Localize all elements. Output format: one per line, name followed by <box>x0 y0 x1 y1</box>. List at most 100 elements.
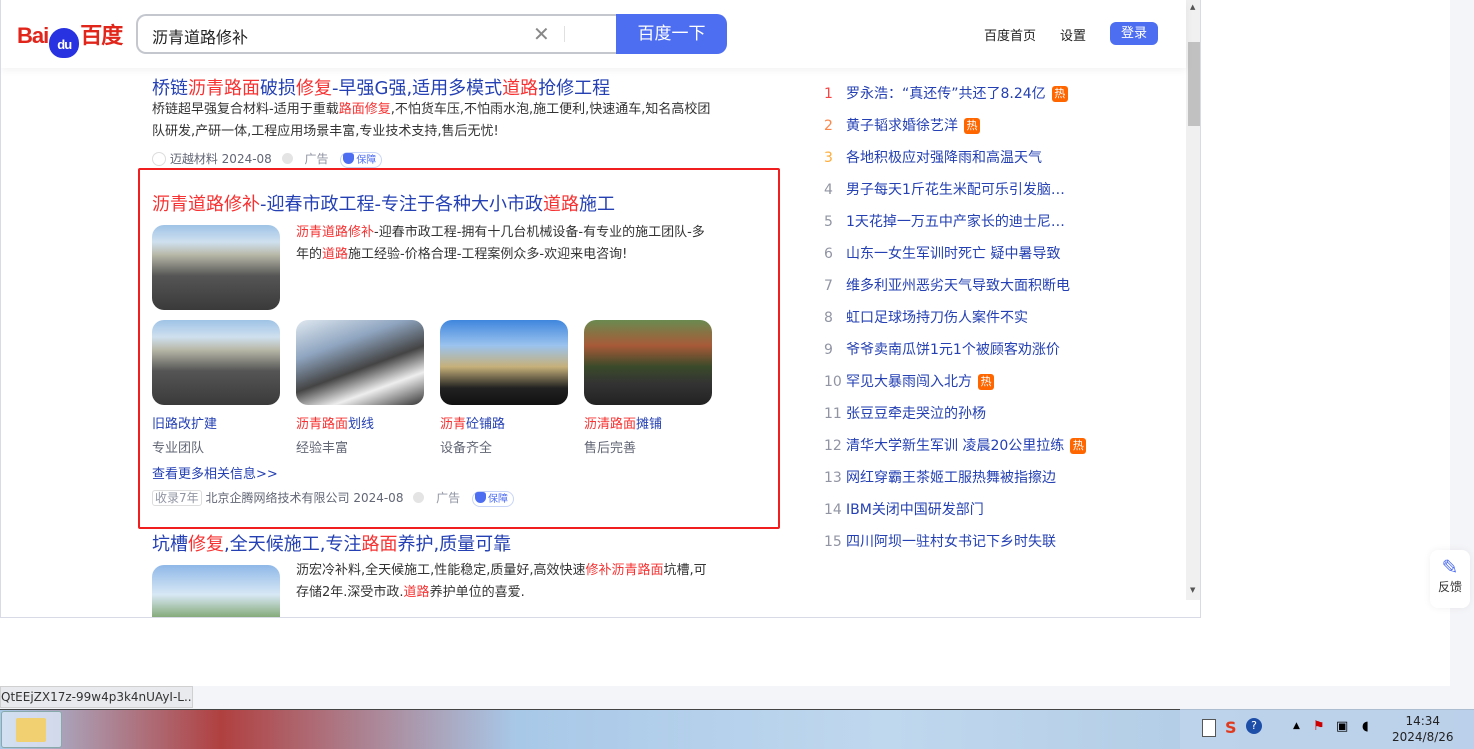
ad-label: 广告 <box>436 491 461 505</box>
result-thumbnail[interactable] <box>152 565 280 617</box>
hot-list-item[interactable]: 8 虹口足球场持刀伤人案件不实 <box>824 307 1028 327</box>
hot-list-item[interactable]: 13 网红穿霸王茶姬工服热舞被指擦边 <box>824 467 1056 487</box>
hot-list-item[interactable]: 12 清华大学新生军训 凌晨20公里拉练热 <box>824 435 1087 455</box>
hot-title: 黄子韬求婚徐艺洋 <box>846 118 958 134</box>
feedback-button[interactable]: ✎ 反馈 <box>1430 550 1470 608</box>
result-thumbnail[interactable] <box>152 225 280 310</box>
hot-rank: 4 <box>824 182 833 198</box>
clear-icon[interactable]: ✕ <box>533 22 550 46</box>
clock-time: 14:34 <box>1405 714 1441 728</box>
hot-badge: 热 <box>1070 438 1087 454</box>
hot-list-item[interactable]: 9 爷爷卖南瓜饼1元1个被顾客劝涨价 <box>824 339 1060 359</box>
hot-rank: 12 <box>824 438 842 454</box>
text-segment: 砼铺路 <box>466 417 506 432</box>
tile-image[interactable] <box>152 320 280 405</box>
tile-label[interactable]: 沥清路面摊铺 <box>584 413 662 432</box>
hot-list-item[interactable]: 6 山东一女生军训时死亡 疑中暑导致 <box>824 243 1060 263</box>
highlighted-keyword: 沥青道路修补 <box>296 225 375 240</box>
baidu-logo[interactable]: Bai du 百度 <box>17 18 123 58</box>
feedback-label: 反馈 <box>1437 580 1462 594</box>
help-icon[interactable]: ? <box>1246 718 1262 734</box>
guarantee-badge[interactable]: 保障 <box>340 152 383 168</box>
tile-image[interactable] <box>584 320 712 405</box>
info-icon[interactable] <box>413 492 425 503</box>
hot-list-item[interactable]: 5 1天花掉一万五中产家长的迪士尼… <box>824 211 1065 231</box>
info-icon[interactable] <box>281 153 293 164</box>
text-segment: 坑槽 <box>152 534 188 555</box>
highlighted-keyword: 修补沥青路面 <box>585 563 664 578</box>
tile-image[interactable] <box>440 320 568 405</box>
hot-rank: 8 <box>824 310 833 326</box>
settings-link[interactable]: 设置 <box>1060 25 1086 44</box>
hot-rank: 9 <box>824 342 833 358</box>
source-name[interactable]: 迈越材料 <box>170 152 218 166</box>
scroll-down-icon[interactable]: ▼ <box>1190 586 1195 594</box>
tile-label[interactable]: 旧路改扩建 <box>152 413 217 432</box>
result-title[interactable]: 沥青道路修补-迎春市政工程-专注于各种大小市政道路施工 <box>152 190 615 216</box>
result-description: 桥链超早强复合材料-适用于重载路面修复,不怕货车压,不怕雨水泡,施工便利,快速通… <box>152 99 712 143</box>
scrollbar-thumb[interactable] <box>1188 42 1200 126</box>
highlighted-keyword: 修复 <box>296 78 332 99</box>
hot-title: 张豆豆牵走哭泣的孙杨 <box>846 406 986 422</box>
network-icon[interactable]: ⚑ <box>1313 719 1325 734</box>
hot-rank: 3 <box>824 150 833 166</box>
highlighted-keyword: 路面修复 <box>338 102 391 117</box>
volume-icon[interactable]: ◖ <box>1362 719 1369 734</box>
highlighted-keyword: 沥青道路修补 <box>152 194 260 215</box>
more-info-link[interactable]: 查看更多相关信息>> <box>152 463 278 482</box>
highlighted-keyword: 道路 <box>543 194 579 215</box>
hot-list-item[interactable]: 15 四川阿坝一驻村女书记下乡时失联 <box>824 531 1056 551</box>
guarantee-badge[interactable]: 保障 <box>471 491 514 507</box>
hot-rank: 13 <box>824 470 842 486</box>
text-segment: 旧路改扩建 <box>152 417 218 432</box>
record-tag: 收录7年 <box>152 490 202 506</box>
hot-list-item[interactable]: 2 黄子韬求婚徐艺洋热 <box>824 115 980 135</box>
hot-list-item[interactable]: 14 IBM关闭中国研发部门 <box>824 499 984 519</box>
show-hidden-icons[interactable]: ▲ <box>1293 721 1300 731</box>
hot-badge: 热 <box>978 374 994 390</box>
highlighted-keyword: 道路 <box>502 78 539 99</box>
hot-list-item[interactable]: 3 各地积极应对强降雨和高温天气 <box>824 147 1042 167</box>
scroll-up-icon[interactable]: ▲ <box>1190 3 1195 11</box>
explorer-taskbar-button[interactable] <box>1 711 62 748</box>
login-button[interactable]: 登录 <box>1110 22 1158 45</box>
paw-icon: du <box>49 28 80 58</box>
text-segment: 桥链 <box>152 78 188 99</box>
folder-icon <box>16 718 46 742</box>
tile-subtitle: 售后完善 <box>584 441 637 456</box>
hot-title: 清华大学新生军训 凌晨20公里拉练 <box>846 438 1065 454</box>
hot-title: 1天花掉一万五中产家长的迪士尼… <box>846 214 1065 230</box>
search-button[interactable]: 百度一下 <box>616 14 727 54</box>
hot-badge: 热 <box>964 118 980 134</box>
ad-label: 广告 <box>304 152 329 166</box>
tile-subtitle: 专业团队 <box>152 441 205 456</box>
badge-label: 保障 <box>487 494 508 505</box>
hot-list-item[interactable]: 4 男子每天1斤花生米配可乐引发脑… <box>824 179 1065 199</box>
hot-list-item[interactable]: 10 罕见大暴雨闯入北方热 <box>824 371 994 391</box>
date: 2024-08 <box>221 152 272 166</box>
result-title[interactable]: 桥链沥青路面破损修复-早强G强,适用多模式道路抢修工程 <box>152 74 610 100</box>
hot-rank: 6 <box>824 246 833 262</box>
header: Bai du 百度 沥青道路修补 ✕ 百度一下 百度首页 设置 登录 <box>1 0 1186 68</box>
highlighted-keyword: 沥青路面 <box>296 417 349 432</box>
sogou-icon[interactable]: S <box>1225 718 1237 737</box>
source-name[interactable]: 北京企腾网络技术有限公司 <box>205 491 349 505</box>
hot-list-item[interactable]: 11 张豆豆牵走哭泣的孙杨 <box>824 403 986 423</box>
tile-label[interactable]: 沥青路面划线 <box>296 413 374 432</box>
shield-icon <box>474 492 486 503</box>
hot-title: 四川阿坝一驻村女书记下乡时失联 <box>846 534 1056 550</box>
hot-list-item[interactable]: 1 罗永浩：“真还传”共还了8.24亿热 <box>824 83 1068 103</box>
hot-rank: 1 <box>824 86 833 102</box>
source-logo-icon <box>152 152 166 166</box>
power-icon[interactable]: ▣ <box>1336 719 1348 734</box>
text-segment: 破损 <box>260 78 296 99</box>
result-meta: 迈越材料 2024-08 广告 保障 <box>152 150 383 168</box>
result-title[interactable]: 坑槽修复,全天候施工,专注路面养护,质量可靠 <box>152 530 511 556</box>
baidu-home-link[interactable]: 百度首页 <box>984 25 1036 44</box>
text-segment: 养护单位的喜爱. <box>429 585 525 600</box>
tile-label[interactable]: 沥青砼铺路 <box>440 413 505 432</box>
tile-image[interactable] <box>296 320 424 405</box>
hot-list-item[interactable]: 7 维多利亚州恶劣天气导致大面积断电 <box>824 275 1070 295</box>
app-tray-icon[interactable] <box>1202 719 1216 737</box>
clock[interactable]: 14:34 2024/8/26 <box>1392 713 1454 745</box>
